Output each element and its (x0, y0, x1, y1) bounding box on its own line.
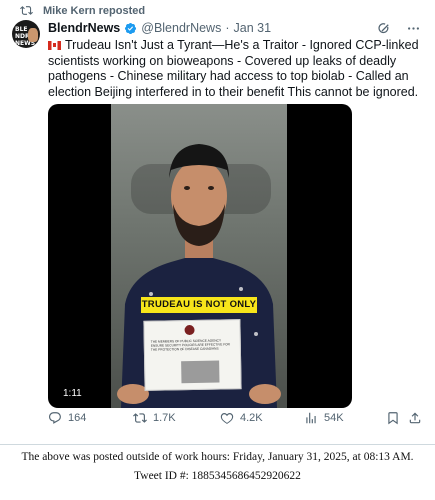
repost-label[interactable]: Mike Kern reposted (43, 5, 145, 17)
like-button[interactable]: 4.2K (220, 411, 263, 425)
header-separator: · (225, 21, 230, 35)
heart-icon (220, 413, 234, 424)
canada-flag-icon (48, 41, 61, 50)
repost-icon (20, 6, 33, 15)
tweet-card[interactable]: Mike Kern reposted BLE NDR NEWS BlendrNe… (0, 0, 435, 445)
tweet-header: BlendrNews @BlendrNews · Jan 31 (48, 21, 271, 35)
video-duration: 1:11 (63, 388, 82, 399)
repost-count: 1.7K (153, 412, 176, 424)
repost-indicator: Mike Kern reposted (12, 4, 145, 17)
tweet-date[interactable]: Jan 31 (234, 21, 272, 35)
document-text: THE MEMBERS OF PUBLIC SCIENCE AGENCY ENS… (150, 338, 230, 352)
tweet-text: Trudeau Isn't Just a Tyrant—He's a Trait… (48, 38, 424, 100)
verified-badge-icon (125, 22, 137, 34)
reply-button[interactable]: 164 (48, 411, 86, 425)
video-player[interactable]: TRUDEAU IS NOT ONLY THE MEMBERS OF PUBLI… (48, 104, 352, 408)
archive-footer: The above was posted outside of work hou… (0, 448, 435, 486)
author-handle[interactable]: @BlendrNews (141, 21, 221, 35)
held-document: THE MEMBERS OF PUBLIC SCIENCE AGENCY ENS… (143, 319, 242, 391)
document-crest-icon (184, 324, 195, 336)
avatar[interactable]: BLE NDR NEWS (12, 20, 40, 48)
like-count: 4.2K (240, 412, 263, 424)
tweet-id: Tweet ID #: 1885345686452920622 (134, 470, 301, 482)
repost-action-icon (133, 413, 147, 423)
video-caption: TRUDEAU IS NOT ONLY (141, 297, 257, 313)
more-options-icon[interactable] (406, 21, 421, 36)
bookmark-button[interactable] (386, 411, 400, 425)
share-button[interactable] (408, 411, 422, 425)
views-button[interactable]: 54K (304, 411, 344, 425)
reply-count: 164 (68, 412, 87, 424)
posted-time-note: The above was posted outside of work hou… (21, 451, 414, 463)
tweet-body: Trudeau Isn't Just a Tyrant—He's a Trait… (48, 38, 419, 99)
avatar-face (28, 28, 38, 42)
tweet-top-actions (377, 21, 421, 36)
document-photo (181, 360, 220, 384)
view-count: 54K (324, 412, 344, 424)
share-icon (409, 412, 421, 424)
grok-icon[interactable] (377, 21, 392, 36)
repost-button[interactable]: 1.7K (133, 411, 176, 425)
bookmark-icon (388, 412, 398, 425)
author-name[interactable]: BlendrNews (48, 21, 120, 35)
reply-icon (49, 412, 61, 424)
views-chart-icon (306, 412, 316, 424)
